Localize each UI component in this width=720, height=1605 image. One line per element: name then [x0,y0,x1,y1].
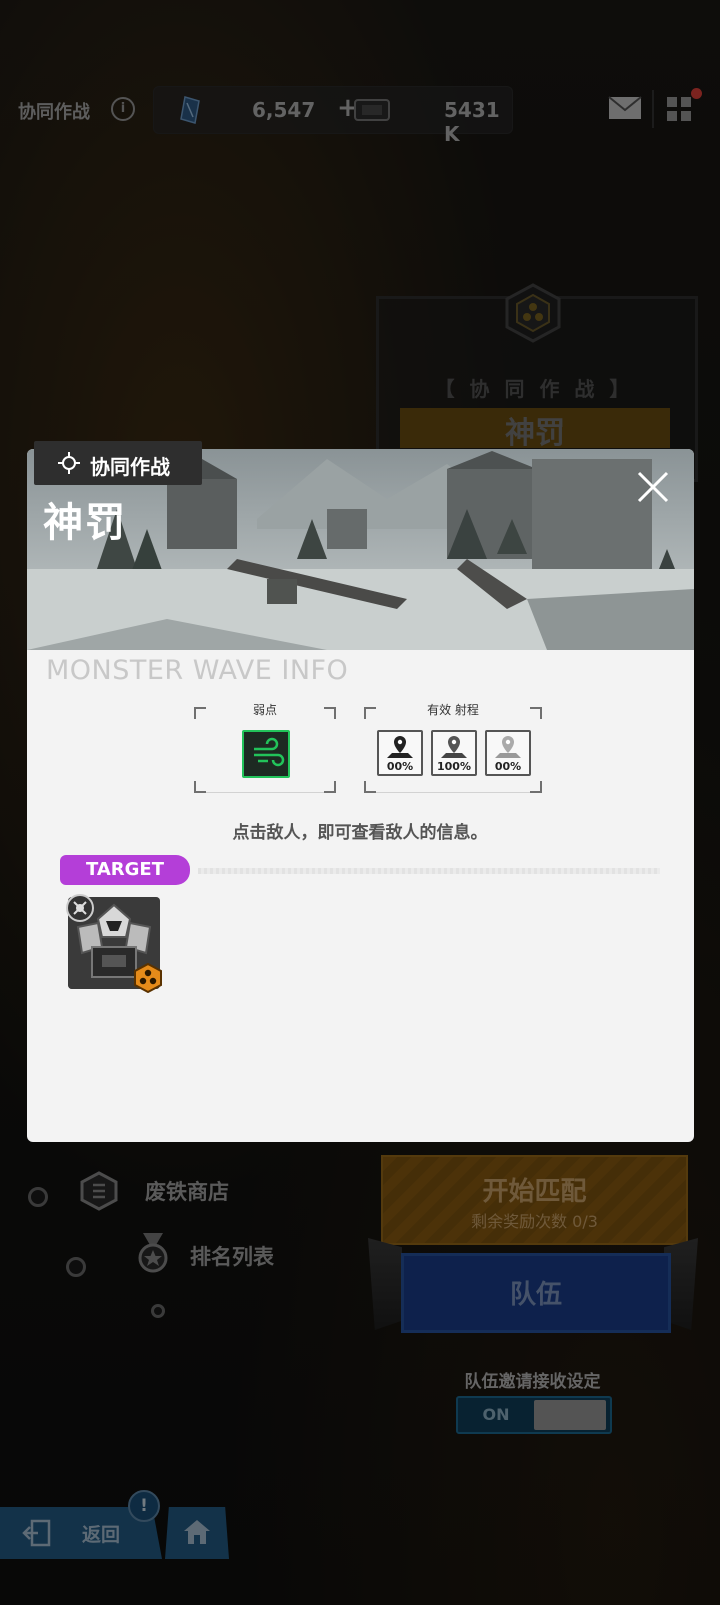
weakness-panel: 弱点 [194,703,336,793]
mode-tag: 协同作战 [34,441,202,485]
map-pin-icon [387,736,413,758]
range-far-box[interactable]: 00% [485,730,531,776]
target-label: TARGET [60,855,190,885]
section-heading: MONSTER WAVE INFO [46,655,349,686]
wind-icon [254,737,285,767]
crosshair-icon [58,452,80,474]
effective-range-panel: 有效 射程 00% 100% 00% [364,703,542,793]
effective-range-label: 有效 射程 [427,703,479,717]
close-icon[interactable] [635,469,671,505]
mode-tag-label: 协同作战 [90,455,170,479]
wind-weakness-icon[interactable] [242,730,290,778]
enemy-info-hint: 点击敌人，即可查看敌人的信息。 [232,823,488,843]
enemy-type-icon [66,894,94,922]
weakness-label: 弱点 [252,703,277,717]
mech-type-icon [73,901,87,915]
range-near-value: 00% [386,760,414,773]
target-divider [198,868,660,874]
stage-title: 神罚 [43,500,127,546]
monster-wave-info-dialog: MONSTER WAVE INFO 弱点 有效 射程 00% 100% 00% [27,449,694,1142]
range-mid-box[interactable]: 100% [431,730,477,776]
range-far-value: 00% [494,760,522,773]
map-pin-icon [495,736,521,758]
map-pin-icon [441,736,467,758]
elite-hex-icon [134,963,162,993]
range-mid-value: 100% [437,760,471,773]
range-near-box[interactable]: 00% [377,730,423,776]
